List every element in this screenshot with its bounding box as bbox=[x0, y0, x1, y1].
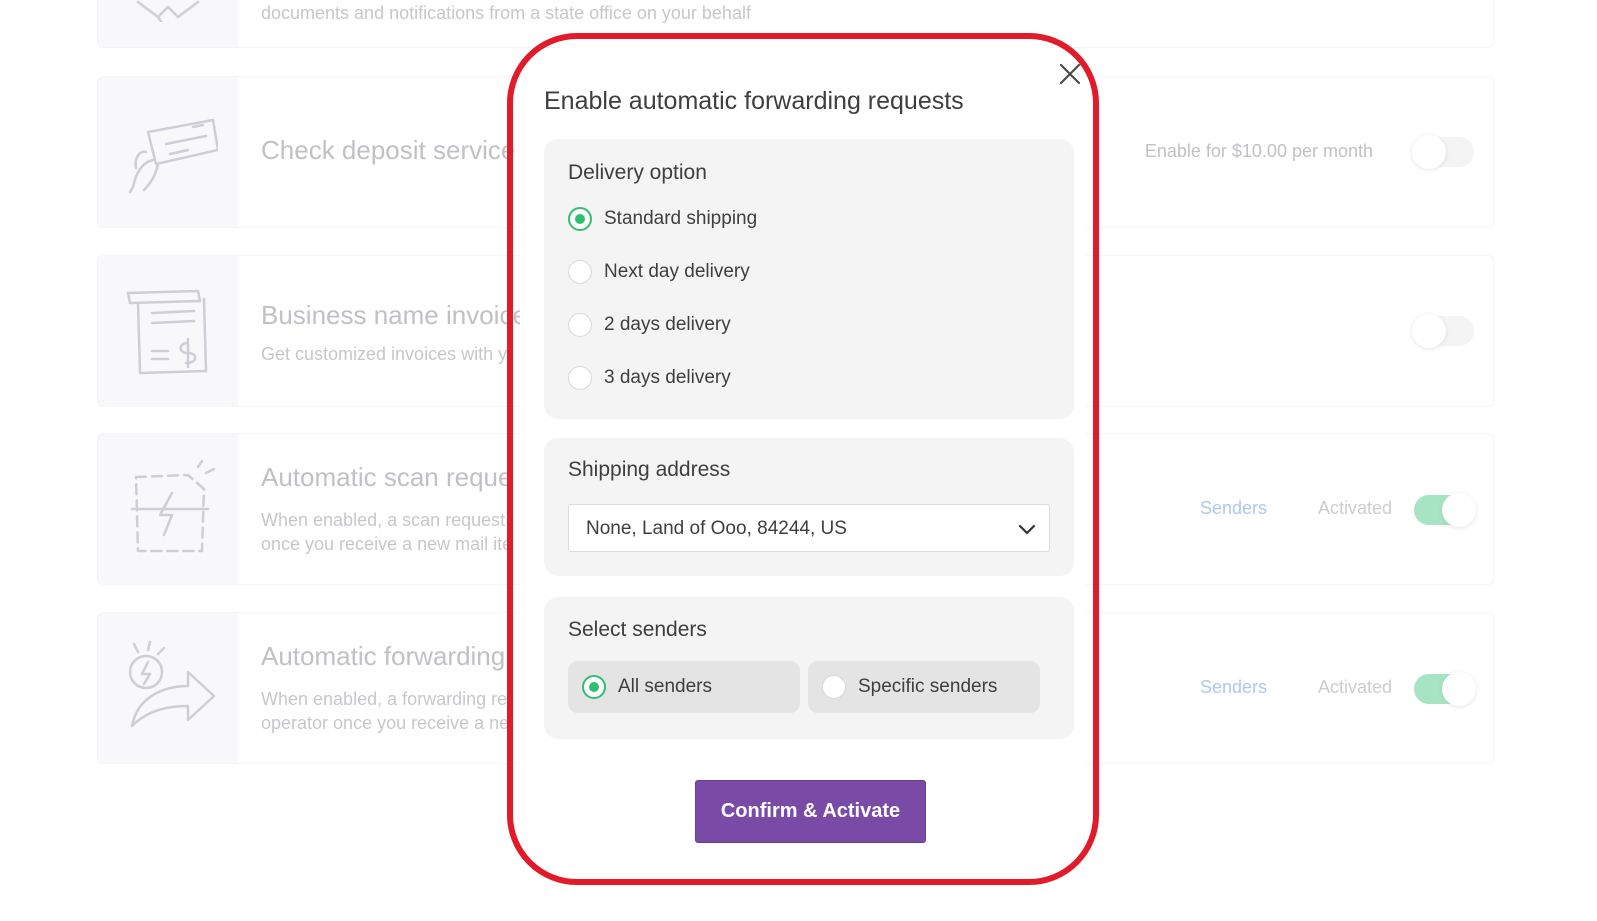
radio-button[interactable] bbox=[568, 260, 592, 284]
check-deposit-icon bbox=[128, 118, 218, 194]
close-button[interactable] bbox=[1056, 60, 1084, 88]
radio-button[interactable] bbox=[568, 207, 592, 231]
all-senders-option[interactable]: All senders bbox=[568, 661, 800, 713]
confirm-activate-button[interactable]: Confirm & Activate bbox=[695, 780, 926, 843]
auto-scan-icon bbox=[130, 459, 216, 553]
close-icon bbox=[1059, 63, 1081, 85]
service-icon-box bbox=[98, 77, 238, 227]
radio-label: Specific senders bbox=[858, 676, 998, 697]
service-title: Check deposit service bbox=[261, 135, 516, 165]
radio-button[interactable] bbox=[568, 313, 592, 337]
auto-forward-icon bbox=[128, 640, 216, 728]
service-icon-box bbox=[98, 434, 238, 584]
service-description: operator once you receive a ne bbox=[261, 713, 510, 733]
service-description: When enabled, a scan request bbox=[261, 510, 506, 530]
auto-scan-toggle[interactable] bbox=[1414, 493, 1476, 527]
radio-button[interactable] bbox=[568, 366, 592, 390]
service-description: When enabled, a forwarding re bbox=[261, 689, 508, 709]
service-title: Automatic scan reque bbox=[261, 462, 513, 492]
delivery-option-panel: Delivery option Standard shipping Next d… bbox=[544, 139, 1074, 419]
selected-address: None, Land of Ooo, 84244, US bbox=[586, 518, 847, 539]
radio-button[interactable] bbox=[582, 675, 606, 699]
chevron-down-icon bbox=[1018, 524, 1036, 535]
service-icon-box bbox=[98, 256, 238, 406]
auto-forward-status: Activated bbox=[1318, 677, 1393, 697]
toggle-knob bbox=[1412, 135, 1446, 169]
service-price-label: Enable for $10.00 per month bbox=[1144, 141, 1373, 161]
auto-scan-senders-link[interactable]: Senders bbox=[1200, 498, 1267, 519]
auto-forward-toggle[interactable] bbox=[1414, 672, 1476, 706]
service-icon-box bbox=[98, 0, 238, 47]
handshake-icon bbox=[136, 0, 200, 22]
shipping-address-panel: Shipping address None, Land of Ooo, 8424… bbox=[544, 438, 1074, 576]
radio-label: 3 days delivery bbox=[604, 367, 731, 388]
service-title: Automatic forwarding bbox=[261, 641, 506, 671]
modal-title: Enable automatic forwarding requests bbox=[544, 87, 964, 115]
auto-forward-senders-link[interactable]: Senders bbox=[1200, 677, 1267, 698]
check-deposit-toggle[interactable] bbox=[1412, 135, 1474, 169]
delivery-option-standard[interactable]: Standard shipping bbox=[568, 206, 757, 232]
delivery-option-2-days[interactable]: 2 days delivery bbox=[568, 312, 731, 338]
service-description: once you receive a new mail ite bbox=[261, 534, 513, 554]
radio-label: All senders bbox=[618, 676, 712, 697]
toggle-knob bbox=[1442, 493, 1476, 527]
delivery-option-next-day[interactable]: Next day delivery bbox=[568, 259, 750, 285]
radio-label: 2 days delivery bbox=[604, 314, 731, 335]
service-description: Get customized invoices with y bbox=[261, 344, 508, 364]
radio-button[interactable] bbox=[822, 675, 846, 699]
toggle-knob bbox=[1412, 314, 1446, 348]
shipping-address-select[interactable]: None, Land of Ooo, 84244, US bbox=[568, 504, 1050, 552]
specific-senders-option[interactable]: Specific senders bbox=[808, 661, 1040, 713]
invoice-icon bbox=[126, 289, 208, 375]
select-senders-title: Select senders bbox=[568, 618, 707, 641]
radio-label: Next day delivery bbox=[604, 261, 750, 282]
service-title: Business name invoice bbox=[261, 300, 527, 330]
service-icon-box bbox=[98, 613, 238, 763]
toggle-knob bbox=[1442, 672, 1476, 706]
business-invoices-toggle[interactable] bbox=[1412, 314, 1474, 348]
delivery-option-3-days[interactable]: 3 days delivery bbox=[568, 365, 731, 391]
radio-label: Standard shipping bbox=[604, 208, 758, 229]
select-senders-panel: Select senders All senders Specific send… bbox=[544, 597, 1074, 739]
delivery-option-title: Delivery option bbox=[568, 161, 707, 184]
auto-scan-status: Activated bbox=[1318, 498, 1393, 518]
shipping-address-title: Shipping address bbox=[568, 458, 731, 481]
service-description: documents and notifications from a state… bbox=[261, 3, 751, 23]
